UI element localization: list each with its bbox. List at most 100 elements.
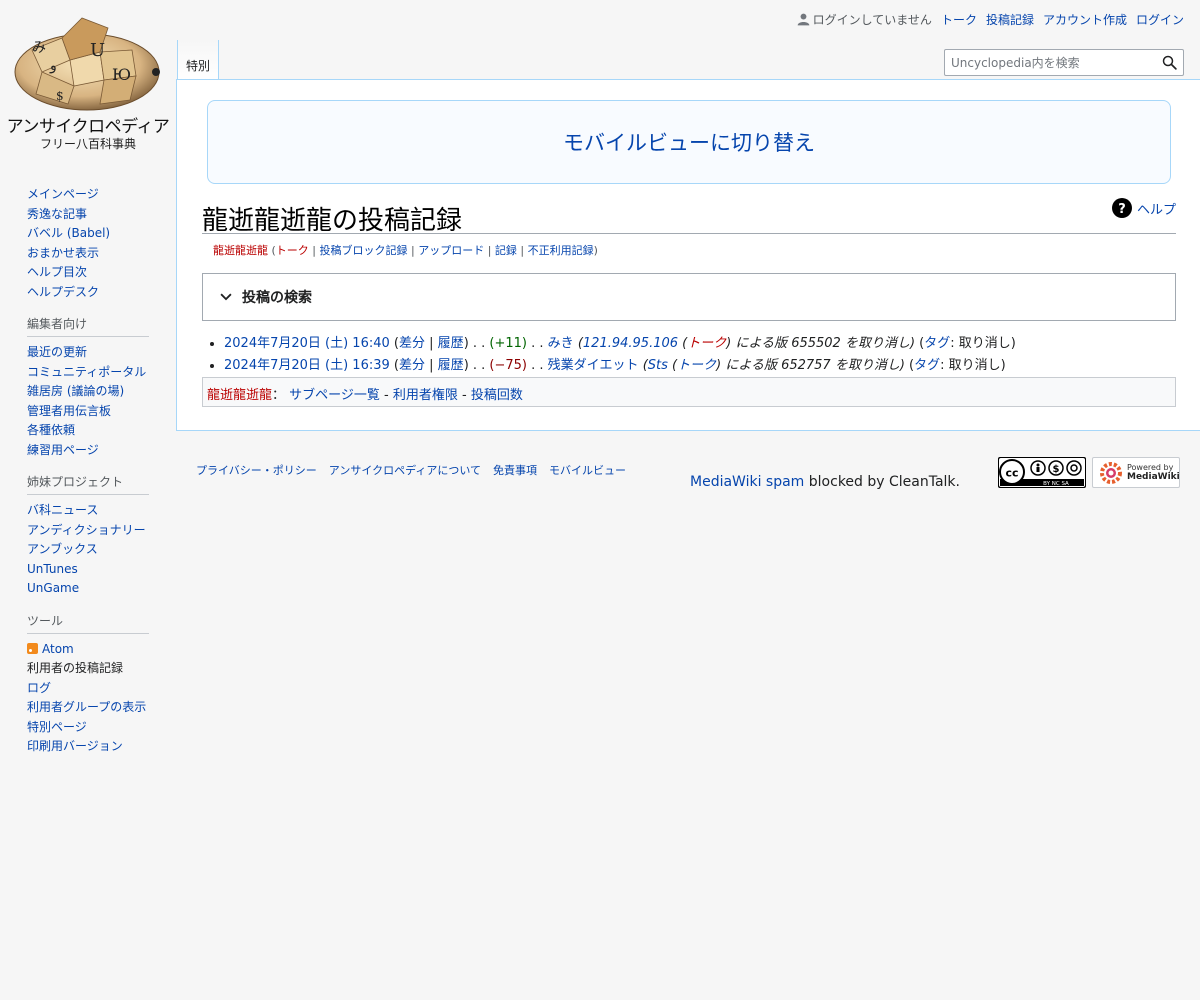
svg-text:み: み	[32, 40, 46, 56]
sidebar-item-user-groups[interactable]: 利用者グループの表示	[27, 700, 146, 714]
sidebar-item-village-pump[interactable]: 雑居房 (議論の場)	[27, 384, 124, 398]
footer-mobile-view-link[interactable]: モバイルビュー	[549, 462, 626, 478]
sidebar-editors: 編集者向け 最近の更新 コミュニティポータル 雑居房 (議論の場) 管理者用伝言…	[27, 315, 149, 460]
svg-text:Ю: Ю	[112, 65, 131, 84]
sidebar-item-babel[interactable]: バベル (Babel)	[27, 226, 110, 240]
search-box	[944, 49, 1184, 76]
sidebar-item-special-pages[interactable]: 特別ページ	[27, 720, 87, 734]
contribs-subtitle: 龍逝龍逝龍 (トーク | 投稿ブロック記録 | アップロード | 記録 | 不正…	[213, 244, 598, 257]
footer-links: プライバシー・ポリシー アンサイクロペディアについて 免責事項 モバイルビュー	[196, 462, 626, 478]
sidebar-item-unnews[interactable]: バ科ニュース	[27, 503, 98, 517]
sidebar-item-admin-noticeboard[interactable]: 管理者用伝言板	[27, 404, 111, 418]
contrib-tag-link[interactable]: タグ	[924, 336, 950, 351]
contrib-diff-link[interactable]: 差分	[399, 336, 425, 351]
sidebar-item-help-contents[interactable]: ヘルプ目次	[27, 265, 87, 279]
sidebar-item-community-portal[interactable]: コミュニティポータル	[27, 365, 146, 379]
summary-user-link[interactable]: Sts	[648, 358, 668, 373]
contrib-date-link[interactable]: 2024年7月20日 (土) 16:40	[224, 336, 390, 351]
subtitle-logs-link[interactable]: 記録	[495, 244, 517, 257]
edit-count-link[interactable]: 投稿回数	[471, 388, 523, 403]
subtitle-user-link[interactable]: 龍逝龍逝龍	[213, 244, 268, 257]
contrib-hist-link[interactable]: 履歴	[438, 336, 464, 351]
rss-feed-icon	[27, 642, 38, 654]
help-link[interactable]: ? ヘルプ	[1111, 198, 1176, 218]
contrib-page-link[interactable]: みき	[548, 336, 574, 351]
sidebar-item-sandbox[interactable]: 練習用ページ	[27, 443, 99, 457]
sidebar-item-recent-changes[interactable]: 最近の更新	[27, 345, 87, 359]
contrib-diff-link[interactable]: 差分	[399, 358, 425, 373]
site-logo[interactable]: U Ю و $ み アンサイクロペディア フリー八百科事典	[0, 0, 176, 160]
user-links-box: 龍逝龍逝龍： サブページ一覧 - 利用者権限 - 投稿回数	[202, 377, 1176, 407]
list-item: 2024年7月20日 (土) 16:40 (差分 | 履歴) . . (+11)…	[224, 333, 1016, 355]
search-input[interactable]	[945, 50, 1155, 75]
sidebar-item-undictionary[interactable]: アンディクショナリー	[27, 523, 146, 537]
sidebar-item-requests[interactable]: 各種依頼	[27, 423, 75, 437]
svg-text:$: $	[56, 89, 64, 103]
summary-talk-link[interactable]: トーク	[687, 336, 726, 351]
contrib-date-link[interactable]: 2024年7月20日 (土) 16:39	[224, 358, 390, 373]
content-area: モバイルビューに切り替え 龍逝龍逝龍の投稿記録 ? ヘルプ 龍逝龍逝龍 (トーク…	[176, 79, 1200, 431]
sidebar-item-unbooks[interactable]: アンブックス	[27, 542, 98, 556]
sidebar-heading-editors: 編集者向け	[27, 315, 149, 337]
sidebar-item-main-page[interactable]: メインページ	[27, 187, 99, 201]
sidebar-heading-sister: 姉妹プロジェクト	[27, 473, 149, 495]
subtitle-block-log-link[interactable]: 投稿ブロック記録	[320, 244, 408, 257]
search-icon[interactable]	[1162, 55, 1177, 74]
help-icon: ?	[1111, 198, 1132, 218]
footer-about-link[interactable]: アンサイクロペディアについて	[329, 462, 481, 478]
contributions-list: 2024年7月20日 (土) 16:40 (差分 | 履歴) . . (+11)…	[204, 333, 1016, 377]
contrib-page-link[interactable]: 残業ダイエット	[548, 358, 639, 373]
subpages-link[interactable]: サブページ一覧	[289, 388, 380, 403]
personal-talk-link[interactable]: トーク	[941, 11, 977, 28]
mobile-view-switch-button[interactable]: モバイルビューに切り替え	[207, 100, 1171, 184]
sidebar-item-untunes[interactable]: UnTunes	[27, 562, 78, 576]
cleantalk-notice: MediaWiki spam blocked by CleanTalk.	[690, 474, 960, 490]
svg-text:و: و	[49, 58, 57, 74]
footer-privacy-link[interactable]: プライバシー・ポリシー	[196, 462, 317, 478]
cc-badge-text: BY NC SA	[1043, 481, 1069, 487]
contrib-hist-link[interactable]: 履歴	[438, 358, 464, 373]
sidebar-item-user-contribs[interactable]: 利用者の投稿記録	[27, 661, 123, 675]
logo-wordmark: アンサイクロペディア	[6, 117, 170, 137]
sidebar-item-atom[interactable]: Atom	[42, 642, 74, 656]
sidebar-item-ungame[interactable]: UnGame	[27, 581, 79, 595]
subtitle-abuse-log-link[interactable]: 不正利用記録	[528, 244, 594, 257]
mediawiki-flower-icon	[1100, 462, 1122, 484]
contrib-size: (−75)	[489, 358, 527, 373]
svg-text:cc: cc	[1005, 467, 1018, 480]
login-link[interactable]: ログイン	[1136, 11, 1184, 28]
puzzle-globe-icon: U Ю و $ み	[14, 17, 160, 111]
mw-badge-line2: MediaWiki	[1127, 472, 1180, 482]
cc-by-nc-sa-icon: cc $ BY NC SA	[999, 458, 1085, 487]
subtitle-uploads-link[interactable]: アップロード	[418, 244, 484, 257]
sidebar-item-printable[interactable]: 印刷用バージョン	[27, 739, 123, 753]
svg-text:U: U	[90, 40, 105, 61]
sidebar-item-logs[interactable]: ログ	[27, 681, 51, 695]
subtitle-talk-link[interactable]: トーク	[276, 244, 309, 257]
mw-badge-line1: Powered by	[1127, 463, 1174, 472]
user-page-link[interactable]: 龍逝龍逝龍	[207, 388, 272, 403]
page-title: 龍逝龍逝龍の投稿記録	[202, 200, 1176, 236]
sidebar-tools: ツール Atom 利用者の投稿記録 ログ 利用者グループの表示 特別ページ 印刷…	[27, 612, 149, 757]
sidebar-navigation: メインページ 秀逸な記事 バベル (Babel) おまかせ表示 ヘルプ目次 ヘル…	[27, 185, 149, 302]
cc-license-badge[interactable]: cc $ BY NC SA	[998, 457, 1086, 488]
sidebar-item-help-desk[interactable]: ヘルプデスク	[27, 285, 99, 299]
sidebar-item-featured[interactable]: 秀逸な記事	[27, 207, 87, 221]
personal-tools: ログインしていません トーク 投稿記録 アカウント作成 ログイン	[797, 11, 1184, 28]
cleantalk-link[interactable]: MediaWiki spam	[690, 474, 804, 490]
list-item: 2024年7月20日 (土) 16:39 (差分 | 履歴) . . (−75)…	[224, 355, 1016, 377]
svg-text:?: ?	[1118, 202, 1126, 217]
create-account-link[interactable]: アカウント作成	[1043, 11, 1127, 28]
summary-talk-link[interactable]: トーク	[677, 358, 716, 373]
contrib-search-toggle[interactable]: 投稿の検索	[202, 273, 1176, 321]
tab-special[interactable]: 特別	[177, 40, 219, 81]
sidebar-item-random[interactable]: おまかせ表示	[27, 246, 99, 260]
user-rights-link[interactable]: 利用者権限	[393, 388, 458, 403]
svg-text:$: $	[1053, 464, 1060, 475]
contrib-tag-link[interactable]: タグ	[914, 358, 940, 373]
user-icon	[797, 13, 810, 26]
summary-user-link[interactable]: 121.94.95.106	[583, 336, 678, 351]
personal-contribs-link[interactable]: 投稿記録	[986, 11, 1034, 28]
footer-disclaimer-link[interactable]: 免責事項	[493, 462, 537, 478]
powered-by-mediawiki-badge[interactable]: Powered by MediaWiki	[1092, 457, 1180, 488]
